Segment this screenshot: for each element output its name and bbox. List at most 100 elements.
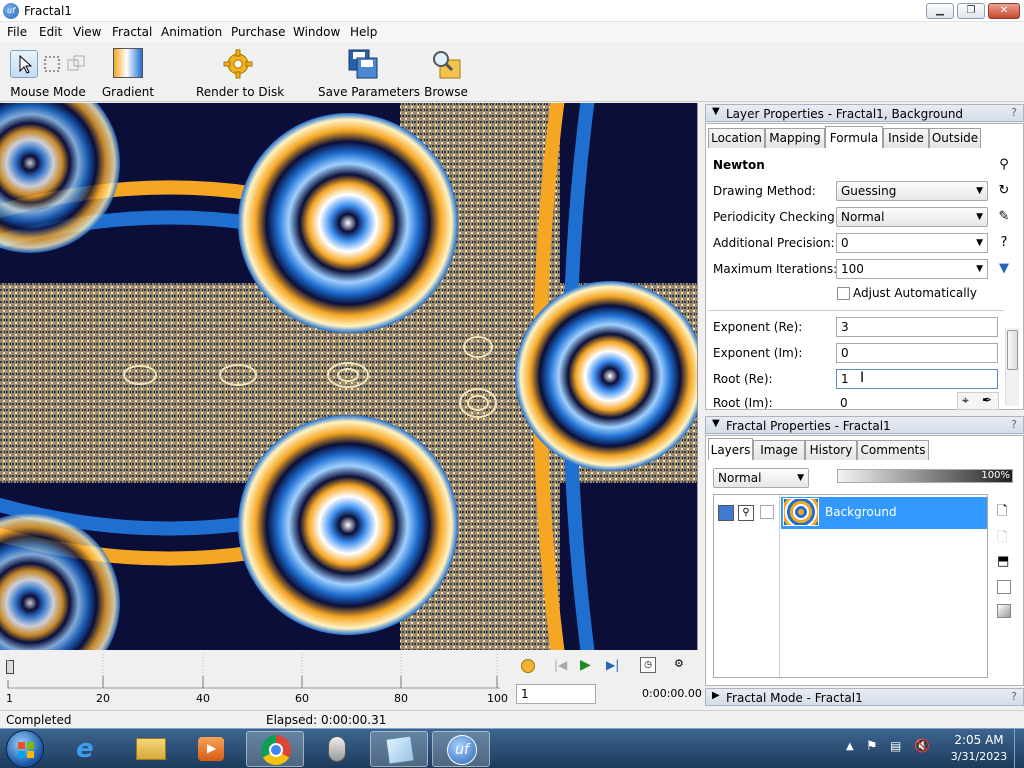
exponent-re-input[interactable]: 3 [836, 317, 998, 337]
taskbar-ie[interactable]: e [62, 731, 120, 767]
clock-settings-icon[interactable]: ◷ [640, 657, 656, 673]
opacity-value: 100% [981, 470, 1010, 481]
drawing-method-dropdown[interactable]: Guessing ▼ [836, 181, 988, 201]
drawing-method-value: Guessing [841, 184, 897, 198]
minimize-button[interactable]: ▁ [926, 3, 954, 19]
layer-row-background[interactable]: Background [781, 497, 987, 529]
show-hidden-icons[interactable]: ▲ [846, 741, 854, 752]
blend-mode-dropdown[interactable]: Normal ▼ [713, 468, 809, 488]
adjust-automatically-checkbox[interactable] [837, 287, 850, 300]
play-icon[interactable]: ▶ [580, 657, 591, 673]
precision-value: 0 [841, 236, 849, 250]
next-frame-icon[interactable]: ▶| [606, 658, 619, 672]
move-icon[interactable] [66, 54, 86, 74]
layer-lock-checkbox[interactable] [760, 505, 774, 519]
close-button[interactable]: ✕ [988, 3, 1020, 19]
add-mask-icon[interactable]: ⬒ [997, 554, 1009, 569]
save-parameters-button[interactable]: Save Parameters [318, 42, 420, 102]
taskbar-explorer[interactable] [122, 731, 180, 767]
tab-layers[interactable]: Layers [708, 438, 753, 460]
layer-properties-header[interactable]: ▼ Layer Properties - Fractal1, Backgroun… [705, 104, 1024, 122]
select-region-icon[interactable] [42, 54, 62, 74]
animation-settings-icon[interactable]: ⚙ [674, 657, 690, 673]
taskbar-chrome[interactable] [246, 731, 304, 767]
layer-zoom-icon[interactable]: ⚲ [738, 505, 754, 521]
browse-label: Browse [424, 85, 468, 99]
collapse-arrow-icon[interactable]: ▼ [712, 418, 720, 429]
menu-fractal[interactable]: Fractal [112, 25, 152, 39]
tab-inside[interactable]: Inside [883, 128, 929, 148]
keyframe-icon[interactable] [521, 659, 535, 673]
tab-mapping[interactable]: Mapping [765, 128, 825, 148]
ultra-fractal-icon: uf [3, 3, 19, 19]
menu-view[interactable]: View [73, 25, 101, 39]
timeline-tick-80: 80 [394, 692, 408, 705]
render-to-disk-button[interactable]: Render to Disk [196, 42, 284, 102]
eyedropper-icon[interactable]: ✒ [982, 393, 992, 407]
layer-visible-icon[interactable] [718, 505, 734, 521]
fractal-canvas[interactable] [0, 103, 698, 650]
collapse-arrow-icon[interactable]: ▼ [712, 106, 720, 117]
taskbar-mouse[interactable] [308, 731, 366, 767]
formula-browse-icon[interactable]: ⚲ [995, 156, 1013, 174]
menu-purchase[interactable]: Purchase [231, 25, 286, 39]
action-center-flag-icon[interactable]: ⚑ [866, 739, 878, 754]
timeline-ruler[interactable] [4, 652, 504, 692]
menu-animation[interactable]: Animation [161, 25, 222, 39]
layer-properties-scrollbar[interactable] [1005, 328, 1019, 406]
menu-window[interactable]: Window [293, 25, 340, 39]
previous-frame-icon[interactable]: |◀ [554, 658, 567, 672]
refresh-icon[interactable]: ↻ [995, 182, 1013, 200]
browse-button[interactable]: Browse [424, 42, 468, 102]
opacity-slider[interactable]: 100% [837, 469, 1013, 483]
scrollbar-thumb[interactable] [1007, 330, 1018, 370]
taskbar-media-player[interactable]: ▶ [182, 731, 240, 767]
fractal-mode-header[interactable]: ▶ Fractal Mode - Fractal1 ? [705, 688, 1024, 706]
expand-arrow-icon[interactable]: ▶ [712, 690, 720, 701]
help-icon[interactable]: ? [1011, 690, 1017, 703]
fractal-properties-header[interactable]: ▼ Fractal Properties - Fractal1 ? [705, 416, 1024, 434]
maximum-iterations-combo[interactable]: 100 ▼ [836, 259, 988, 279]
tab-outside[interactable]: Outside [929, 128, 981, 148]
layer-group-icon[interactable] [997, 580, 1011, 594]
menu-help[interactable]: Help [350, 25, 377, 39]
frame-number-input[interactable]: 1 [516, 684, 596, 704]
tab-history[interactable]: History [805, 440, 857, 460]
new-layer-icon[interactable]: 🗋 [997, 502, 1007, 524]
tab-location[interactable]: Location [708, 128, 765, 148]
duplicate-layer-icon[interactable]: 🗋 [997, 528, 1007, 550]
edit-formula-icon[interactable]: ✎ [995, 208, 1013, 226]
help-icon[interactable]: ? [1011, 418, 1017, 431]
expand-triangle-icon[interactable]: ▼ [995, 260, 1013, 278]
additional-precision-combo[interactable]: 0 ▼ [836, 233, 988, 253]
network-icon[interactable]: ▤ [890, 739, 901, 753]
merge-layer-icon[interactable] [997, 604, 1011, 618]
elapsed-time: Elapsed: 0:00:00.31 [266, 713, 387, 727]
ultra-fractal-icon: uf [447, 735, 477, 765]
timeline-tick-1: 1 [6, 692, 13, 705]
menu-edit[interactable]: Edit [39, 25, 62, 39]
menu-file[interactable]: File [7, 25, 27, 39]
volume-muted-icon[interactable]: 🔇 [914, 739, 930, 754]
clock-date[interactable]: 3/31/2023 [946, 750, 1012, 763]
show-desktop-button[interactable] [1014, 729, 1024, 768]
clock-time[interactable]: 2:05 AM [950, 733, 1008, 747]
crosshair-icon[interactable]: ⌖ [962, 393, 969, 408]
periodicity-checking-dropdown[interactable]: Normal ▼ [836, 207, 988, 227]
mouse-mode-tool[interactable]: Mouse Mode [6, 42, 90, 102]
taskbar: e ▶ uf ▲ ⚑ ▤ 🔇 2:05 AM 3/31/2023 [0, 728, 1024, 768]
tab-image[interactable]: Image [753, 440, 805, 460]
root-im-label: Root (Im): [713, 396, 773, 409]
exponent-im-input[interactable]: 0 [836, 343, 998, 363]
chevron-down-icon: ▼ [976, 264, 983, 274]
taskbar-ultra-fractal[interactable]: uf [432, 731, 490, 767]
tab-comments[interactable]: Comments [857, 440, 929, 460]
taskbar-notepad[interactable] [370, 731, 428, 767]
start-button[interactable] [6, 730, 44, 768]
question-icon[interactable]: ? [995, 234, 1013, 252]
tab-formula[interactable]: Formula [825, 126, 883, 148]
maximize-button[interactable]: ❐ [957, 3, 985, 19]
help-icon[interactable]: ? [1011, 106, 1017, 119]
arrow-cursor-icon[interactable] [10, 50, 38, 78]
gradient-button[interactable]: Gradient [100, 42, 156, 102]
